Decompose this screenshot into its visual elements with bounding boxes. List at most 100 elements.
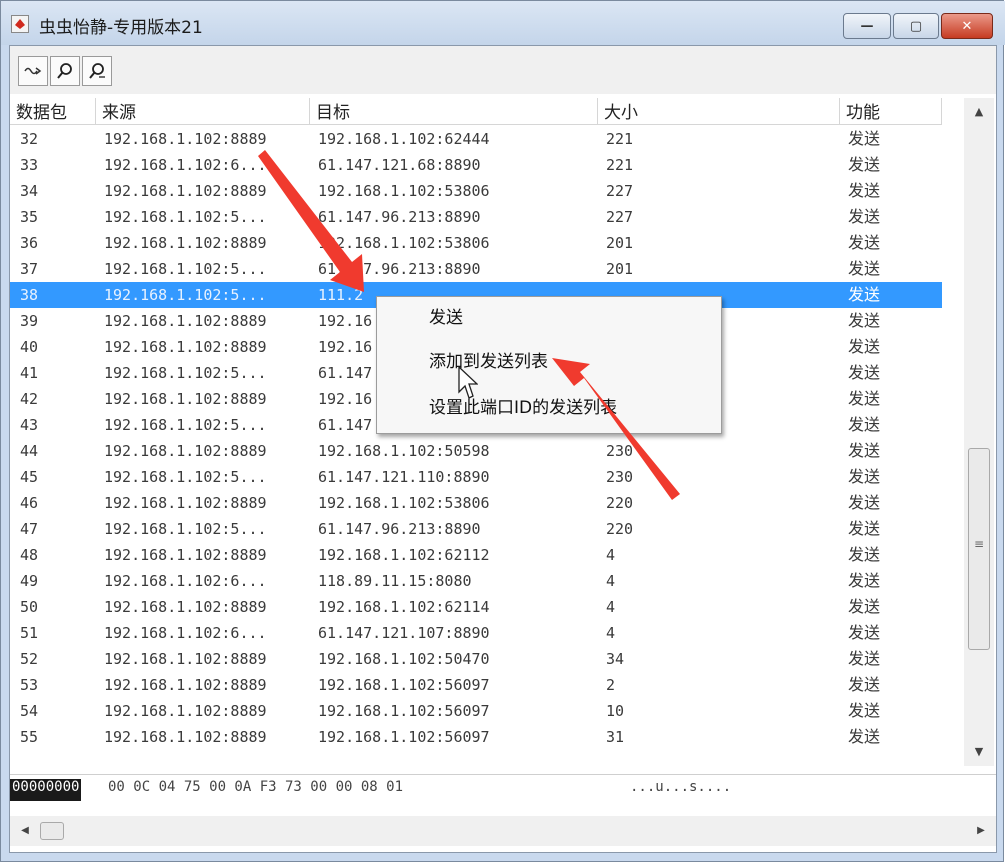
source-cell: 192.168.1.102:5... [104,286,267,304]
column-header-destination[interactable]: 目标 [310,98,598,124]
table-row[interactable]: 50 192.168.1.102:8889 192.168.1.102:62114 4… [10,594,942,620]
source-cell: 192.168.1.102:5... [104,416,267,434]
source-cell: 192.168.1.102:8889 [104,390,267,408]
minimize-icon: — [860,18,874,34]
horizontal-scroll-thumb[interactable] [40,822,64,840]
source-cell: 192.168.1.102:8889 [104,676,267,694]
packet-number-cell: 40 [20,338,39,356]
table-row[interactable]: 51 192.168.1.102:6... 61.147.121.107:8890 4… [10,620,942,646]
destination-cell: 61.147 [318,416,373,434]
table-row[interactable]: 46 192.168.1.102:8889 192.168.1.102:53806 2… [10,490,942,516]
function-cell: 发送 [848,623,881,642]
source-cell: 192.168.1.102:6... [104,572,267,590]
scroll-right-icon[interactable]: ▶ [972,822,990,840]
title-bar[interactable]: 虫虫怡静-专用版本21 — ▢ ✕ [1,1,1005,45]
source-cell: 192.168.1.102:8889 [104,234,267,252]
size-cell: 34 [606,650,625,668]
packet-number-cell: 32 [20,130,39,148]
packet-number-cell: 47 [20,520,39,538]
table-row[interactable]: 54 192.168.1.102:8889 192.168.1.102:56097 1… [10,698,942,724]
destination-cell: 192.168.1.102:62444 [318,130,490,148]
size-cell: 2 [606,676,616,694]
size-cell: 201 [606,260,634,278]
destination-cell: 61.147.121.68:8890 [318,156,481,174]
size-cell: 31 [606,728,625,746]
search-button[interactable] [50,56,80,86]
source-cell: 192.168.1.102:8889 [104,494,267,512]
packet-number-cell: 44 [20,442,39,460]
destination-cell: 192.168.1.102:53806 [318,182,490,200]
packet-number-cell: 46 [20,494,39,512]
horizontal-scrollbar[interactable]: ◀ ▶ [10,816,996,846]
table-row[interactable]: 52 192.168.1.102:8889 192.168.1.102:50470 3… [10,646,942,672]
function-cell: 发送 [848,155,881,174]
window-title: 虫虫怡静-专用版本21 [39,18,203,38]
packet-number-cell: 33 [20,156,39,174]
table-row[interactable]: 48 192.168.1.102:8889 192.168.1.102:62112 4… [10,542,942,568]
table-row[interactable]: 47 192.168.1.102:5... 61.147.96.213:8890 22… [10,516,942,542]
hex-address: 00000000 [10,779,82,801]
destination-cell: 192.168.1.102:62112 [318,546,490,564]
destination-cell: 192.168.1.102:53806 [318,494,490,512]
scroll-left-icon[interactable]: ◀ [16,822,34,840]
table-row[interactable]: 36 192.168.1.102:8889 192.168.1.102:53806 2… [10,230,942,256]
destination-cell: 192.168.1.102:62114 [318,598,490,616]
source-cell: 192.168.1.102:8889 [104,702,267,720]
function-cell: 发送 [848,571,881,590]
app-icon [11,15,29,33]
packet-number-cell: 39 [20,312,39,330]
table-row[interactable]: 32 192.168.1.102:8889 192.168.1.102:62444 2… [10,126,942,152]
table-row[interactable]: 53 192.168.1.102:8889 192.168.1.102:56097 2… [10,672,942,698]
function-cell: 发送 [848,389,881,408]
column-header-size[interactable]: 大小 [598,98,840,124]
function-cell: 发送 [848,519,881,538]
size-cell: 221 [606,130,634,148]
destination-cell: 61.147.96.213:8890 [318,520,481,538]
packet-number-cell: 55 [20,728,39,746]
packet-number-cell: 41 [20,364,39,382]
packet-number-cell: 35 [20,208,39,226]
packet-list: 32 192.168.1.102:8889 192.168.1.102:62444 2… [10,126,942,766]
table-row[interactable]: 34 192.168.1.102:8889 192.168.1.102:53806 2… [10,178,942,204]
packet-number-cell: 54 [20,702,39,720]
menu-item-send[interactable]: 发送 [377,303,721,337]
destination-cell: 192.16 [318,390,373,408]
close-button[interactable]: ✕ [941,13,993,39]
column-header-packet[interactable]: 数据包 [10,98,96,124]
minimize-button[interactable]: — [843,13,891,39]
wave-arrow-icon [24,67,42,75]
maximize-icon: ▢ [909,18,923,34]
source-cell: 192.168.1.102:6... [104,156,267,174]
source-cell: 192.168.1.102:8889 [104,650,267,668]
menu-item-add-to-send-list[interactable]: 添加到发送列表 [377,347,721,381]
vertical-scroll-thumb[interactable] [968,448,990,650]
maximize-button[interactable]: ▢ [893,13,939,39]
function-cell: 发送 [848,441,881,460]
filter-search-button[interactable] [82,56,112,86]
scroll-down-icon[interactable]: ▼ [964,742,994,762]
column-header-source[interactable]: 来源 [96,98,310,124]
capture-toggle-button[interactable] [18,56,48,86]
table-row[interactable]: 33 192.168.1.102:6... 61.147.121.68:8890 22… [10,152,942,178]
function-cell: 发送 [848,337,881,356]
context-menu: 发送 添加到发送列表 设置此端口ID的发送列表 [376,296,722,434]
packet-number-cell: 43 [20,416,39,434]
table-row[interactable]: 45 192.168.1.102:5... 61.147.121.110:8890 2… [10,464,942,490]
size-cell: 230 [606,442,634,460]
vertical-scrollbar[interactable]: ▲ ▼ [964,98,994,766]
scroll-up-icon[interactable]: ▲ [964,102,994,122]
function-cell: 发送 [848,597,881,616]
destination-cell: 192.168.1.102:50470 [318,650,490,668]
table-row[interactable]: 44 192.168.1.102:8889 192.168.1.102:50598 2… [10,438,942,464]
function-cell: 发送 [848,467,881,486]
table-row[interactable]: 49 192.168.1.102:6... 118.89.11.15:8080 4 发送 [10,568,942,594]
packet-number-cell: 34 [20,182,39,200]
destination-cell: 61.147.96.213:8890 [318,208,481,226]
table-row[interactable]: 37 192.168.1.102:5... 61.147.96.213:8890 20… [10,256,942,282]
column-header-function[interactable]: 功能 [840,98,942,124]
table-row[interactable]: 55 192.168.1.102:8889 192.168.1.102:56097 3… [10,724,942,750]
menu-item-set-port-send-list[interactable]: 设置此端口ID的发送列表 [377,393,721,427]
function-cell: 发送 [848,649,881,668]
table-row[interactable]: 35 192.168.1.102:5... 61.147.96.213:8890 22… [10,204,942,230]
size-cell: 4 [606,572,616,590]
